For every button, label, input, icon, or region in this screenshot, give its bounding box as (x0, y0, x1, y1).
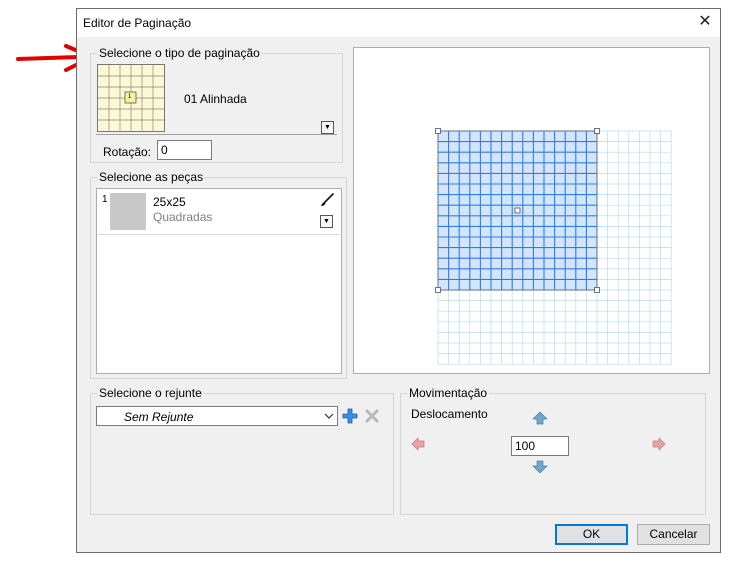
grout-group: Selecione o rejunte Sem Rejunte (90, 386, 394, 515)
grout-legend: Selecione o rejunte (97, 386, 204, 400)
offset-label: Deslocamento (411, 407, 488, 421)
arrow-up-icon[interactable] (532, 411, 548, 425)
pieces-legend: Selecione as peças (97, 170, 206, 184)
movement-group: Movimentação Deslocamento (400, 386, 706, 515)
dialog-title: Editor de Paginação (83, 16, 192, 30)
divider (96, 134, 337, 135)
x-icon[interactable] (364, 408, 380, 424)
grout-selected-value: Sem Rejunte (124, 410, 194, 424)
pieces-group: Selecione as peças 1 25x25 Quadradas ▼ (90, 170, 347, 379)
pagination-type-group: Selecione o tipo de paginação 1 01 Alinh… (90, 46, 343, 163)
offset-input[interactable] (511, 436, 569, 456)
paintbrush-icon[interactable] (320, 193, 334, 207)
pagination-selected-label: 01 Alinhada (184, 92, 247, 106)
rotation-label: Rotação: (103, 145, 152, 159)
pagination-dropdown-button[interactable]: ▼ (321, 121, 334, 134)
pagination-thumbnail[interactable]: 1 (97, 64, 165, 132)
piece-subtitle: Quadradas (153, 210, 213, 224)
preview-panel (353, 47, 710, 374)
arrow-down-icon[interactable] (532, 460, 548, 474)
rotation-input[interactable] (157, 140, 212, 160)
close-icon[interactable]: ✕ (690, 9, 720, 37)
arrow-right-icon[interactable] (652, 437, 666, 451)
pagination-type-legend: Selecione o tipo de paginação (97, 46, 262, 60)
tile-preview-canvas[interactable] (354, 48, 709, 373)
pagination-editor-dialog: Editor de Paginação ✕ Selecione o tipo d… (76, 8, 721, 553)
thumb-number: 1 (128, 94, 132, 100)
plus-icon[interactable] (342, 408, 358, 424)
arrow-left-icon[interactable] (411, 437, 425, 451)
piece-name: 25x25 (153, 195, 186, 209)
piece-swatch (110, 193, 146, 230)
title-bar: Editor de Paginação ✕ (77, 9, 720, 37)
movement-legend: Movimentação (407, 386, 490, 400)
ok-button[interactable]: OK (555, 524, 628, 545)
list-item[interactable]: 1 25x25 Quadradas ▼ (98, 190, 340, 235)
piece-index: 1 (102, 194, 108, 205)
grout-select[interactable]: Sem Rejunte (96, 406, 338, 426)
cancel-button[interactable]: Cancelar (637, 524, 710, 545)
pieces-list: 1 25x25 Quadradas ▼ (96, 188, 342, 374)
chevron-down-icon (324, 413, 334, 419)
piece-dropdown-button[interactable]: ▼ (320, 215, 333, 228)
